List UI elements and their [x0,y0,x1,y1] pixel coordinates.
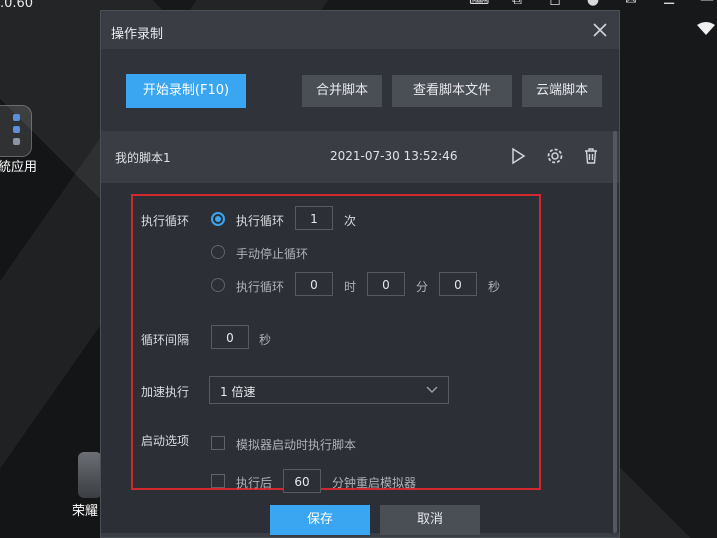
cloud-script-button[interactable]: 云端脚本 [522,75,602,107]
loop-duration-label: 执行循环 [236,280,285,294]
app-folder-label: 統应用 [0,160,38,175]
script-settings-panel: 执行循环 执行循环 1 次 手动停止循环 执行循环 0 时 0 分 0 秒 循环… [101,183,619,533]
game-app-label: 荣耀 [72,504,99,519]
wifi-icon [697,22,715,35]
scrollbar[interactable] [613,131,617,533]
loop-times-label: 执行循环 [236,214,285,228]
restart-prefix: 执行后 [236,476,273,490]
phone-icon[interactable]: ◻ [545,0,565,8]
trash-icon[interactable] [581,146,601,166]
dialog-toolbar: 开始录制(F10) 合并脚本 查看脚本文件 云端脚本 [101,49,619,131]
restart-checkbox[interactable] [211,474,225,488]
hours-unit: 时 [344,280,357,294]
minimize-icon[interactable]: — [697,0,717,8]
close-icon[interactable] [589,19,611,41]
script-time: 2021-07-30 13:52:46 [330,149,458,163]
top-toolbar: ⌨ ⧉ ◻ ● ✉ ☰ — [469,0,717,8]
minutes-unit: 分 [416,280,429,294]
run-on-start-label: 模拟器启动时执行脚本 [236,438,357,452]
script-row[interactable]: 我的脚本1 2021-07-30 13:52:46 [101,131,619,184]
script-name: 我的脚本1 [115,151,171,165]
loop-label: 执行循环 [141,214,190,228]
speed-select-value: 1 倍速 [220,385,256,399]
restart-minutes-input[interactable]: 60 [283,469,321,493]
loop-times-input[interactable]: 1 [295,206,333,230]
version-text: .0.60 [0,0,34,11]
loop-times-radio[interactable] [211,212,225,226]
interval-unit: 秒 [259,333,272,347]
game-app-icon[interactable] [78,452,102,498]
restart-suffix: 分钟重启模拟器 [332,476,417,490]
dialog-title: 操作录制 [111,27,164,42]
speed-select[interactable]: 1 倍速 [209,376,449,404]
loop-duration-radio[interactable] [211,278,225,292]
app-folder[interactable] [0,105,32,157]
merge-script-button[interactable]: 合并脚本 [302,75,382,107]
manual-stop-label: 手动停止循环 [236,247,309,261]
start-record-button[interactable]: 开始录制(F10) [126,74,246,108]
user-icon[interactable]: ● [583,0,603,8]
gear-icon[interactable] [545,146,565,166]
loop-times-unit: 次 [344,214,357,228]
speed-label: 加速执行 [141,385,190,399]
interval-input[interactable]: 0 [211,325,249,349]
seconds-unit: 秒 [488,280,501,294]
cancel-button[interactable]: 取消 [380,505,480,535]
play-icon[interactable] [508,146,528,166]
vr-icon[interactable]: ⧉ [507,0,527,8]
mail-icon[interactable]: ✉ [621,0,641,8]
interval-label: 循环间隔 [141,333,190,347]
manual-stop-radio[interactable] [211,245,225,259]
save-button[interactable]: 保存 [270,505,370,535]
minutes-input[interactable]: 0 [367,272,405,296]
hours-input[interactable]: 0 [295,272,333,296]
keyboard-icon[interactable]: ⌨ [469,0,489,8]
chevron-down-icon [426,386,438,393]
operation-record-dialog: 操作录制 开始录制(F10) 合并脚本 查看脚本文件 云端脚本 我的脚本1 20… [100,10,620,538]
startup-label: 启动选项 [141,434,190,448]
seconds-input[interactable]: 0 [439,272,477,296]
run-on-start-checkbox[interactable] [211,436,225,450]
view-script-files-button[interactable]: 查看脚本文件 [392,75,512,107]
menu-icon[interactable]: ☰ [659,0,679,8]
